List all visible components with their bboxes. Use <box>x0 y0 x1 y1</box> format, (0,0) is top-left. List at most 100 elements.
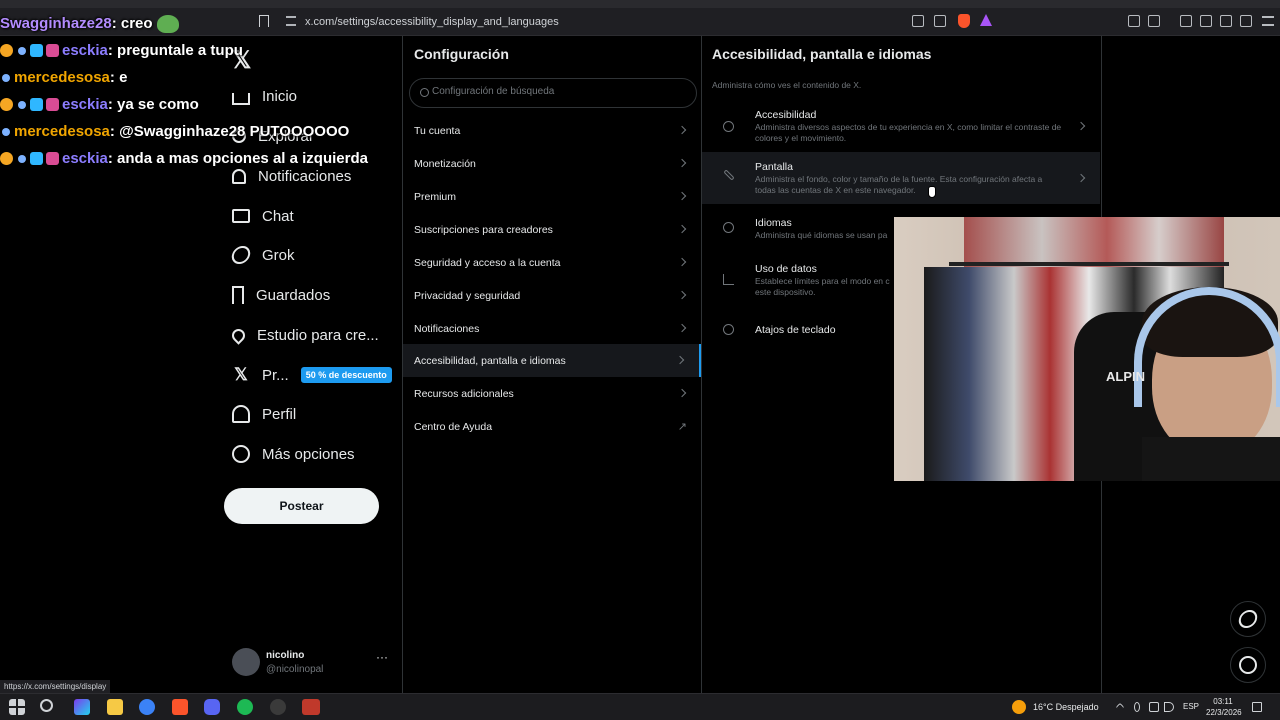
grok-icon <box>230 246 252 264</box>
brave-shields-icon[interactable] <box>958 14 970 28</box>
leo-ai-icon[interactable] <box>1220 15 1232 27</box>
chat-message: esckia: ya se como <box>0 91 368 118</box>
brave-icon[interactable] <box>172 699 188 715</box>
chat-username: mercedesosa <box>14 123 110 140</box>
chat-username: esckia <box>62 96 108 113</box>
settings-item-notifications[interactable]: Notificaciones <box>403 312 701 345</box>
nav-creator-studio[interactable]: Estudio para cre... <box>229 315 379 355</box>
chat-message: mercedesosa: @Swagginhaze28 PUTOOOOOO <box>0 118 368 145</box>
search-input[interactable] <box>432 86 682 97</box>
copilot-icon[interactable] <box>74 699 90 715</box>
settings-item-accessibility[interactable]: Accesibilidad, pantalla e idiomas <box>403 344 701 377</box>
chevron-up-icon[interactable] <box>1115 702 1125 712</box>
input-language[interactable]: ESP <box>1183 702 1199 711</box>
chat-text: : anda a mas opciones al a izquierda <box>107 150 368 167</box>
clock[interactable]: 03:11 22/3/2026 <box>1206 696 1242 718</box>
nav-label: Chat <box>262 207 294 225</box>
chat-badge-sub-icon <box>46 44 59 57</box>
option-accessibility[interactable]: Accesibilidad Administra diversos aspect… <box>702 100 1100 152</box>
settings-item-privacy[interactable]: Privacidad y seguridad <box>403 279 701 312</box>
streamlabs-icon[interactable] <box>302 699 320 715</box>
file-explorer-icon[interactable] <box>107 699 123 715</box>
chevron-right-icon <box>677 191 687 201</box>
search-icon <box>420 88 429 97</box>
nav-premium[interactable]: 𝕏 Pr... 50 % de descuento <box>232 355 392 395</box>
microphone-icon[interactable] <box>1134 702 1140 712</box>
webcam-clothing-rack <box>949 262 1229 266</box>
option-display[interactable]: Pantalla Administra el fondo, color y ta… <box>702 152 1100 204</box>
chat-text: : @Swagginhaze28 PUTOOOOOO <box>109 123 350 140</box>
weather-icon[interactable] <box>1012 700 1026 714</box>
more-horizontal-icon[interactable]: ··· <box>376 650 388 664</box>
settings-item-additional-resources[interactable]: Recursos adicionales <box>403 377 701 410</box>
brush-icon <box>723 169 735 181</box>
settings-item-help-center[interactable]: Centro de Ayuda ↗ <box>403 410 701 443</box>
settings-search[interactable] <box>409 78 697 108</box>
brave-rewards-icon[interactable] <box>980 14 992 26</box>
grok-icon <box>1237 610 1259 628</box>
chevron-right-icon <box>677 158 687 168</box>
chat-username: esckia <box>62 42 108 59</box>
settings-item-monetization[interactable]: Monetización <box>403 147 701 180</box>
settings-item-premium[interactable]: Premium <box>403 180 701 213</box>
share-icon[interactable] <box>934 15 946 27</box>
network-icon[interactable] <box>1149 702 1159 712</box>
nav-grok[interactable]: Grok <box>230 235 295 275</box>
bookmark-icon <box>232 286 244 304</box>
option-description: Administra diversos aspectos de tu exper… <box>755 122 1062 143</box>
menu-icon[interactable] <box>1262 16 1274 26</box>
volume-icon[interactable] <box>1164 702 1174 712</box>
nav-profile[interactable]: Perfil <box>232 394 296 434</box>
notifications-icon[interactable] <box>1252 702 1262 712</box>
more-circle-icon <box>232 445 250 463</box>
globe-icon <box>723 222 734 233</box>
page-title: Configuración <box>414 46 509 62</box>
discount-badge: 50 % de descuento <box>300 367 392 383</box>
settings-item-security[interactable]: Seguridad y acceso a la cuenta <box>403 246 701 279</box>
spotify-icon[interactable] <box>237 699 253 715</box>
chat-message: esckia: preguntale a tupu <box>0 37 368 64</box>
option-title: Uso de datos <box>755 263 817 275</box>
messages-fab-button[interactable] <box>1230 647 1266 683</box>
link-status-bar: https://x.com/settings/display <box>0 680 111 693</box>
vpn-icon[interactable] <box>1240 15 1252 27</box>
chat-badge-cube-icon <box>30 152 43 165</box>
address-bar[interactable]: x.com/settings/accessibility_display_and… <box>280 12 1000 32</box>
windows-start-icon[interactable] <box>9 699 25 715</box>
nav-label: Grok <box>262 246 295 264</box>
settings-item-creator-subscriptions[interactable]: Suscripciones para creadores <box>403 213 701 246</box>
chat-message: Swagginhaze28: creo <box>0 10 368 37</box>
windows-taskbar: 16°C Despejado ESP 03:11 22/3/2026 <box>0 693 1280 720</box>
account-switcher[interactable]: nicolino @nicolinopal ··· <box>232 646 392 678</box>
settings-item-label: Recursos adicionales <box>414 387 514 400</box>
screenshot-icon[interactable] <box>1148 15 1160 27</box>
weather-text[interactable]: 16°C Despejado <box>1033 702 1099 712</box>
wallet-icon[interactable] <box>1200 15 1212 27</box>
settings-item-label: Notificaciones <box>414 322 480 335</box>
cast-icon[interactable] <box>912 15 924 27</box>
mouse-cursor-icon <box>928 186 936 198</box>
nav-more-options[interactable]: Más opciones <box>232 434 355 474</box>
chat-message: mercedesosa: e <box>0 64 368 91</box>
chat-text: : preguntale a tupu <box>107 42 243 59</box>
grok-fab-button[interactable] <box>1230 601 1266 637</box>
settings-item-your-account[interactable]: Tu cuenta <box>403 114 701 147</box>
nav-chat[interactable]: Chat <box>232 196 294 236</box>
option-description: Establece límites para el modo en c este… <box>755 276 890 297</box>
search-icon[interactable] <box>40 699 53 712</box>
nav-label: Perfil <box>262 405 297 423</box>
settings-menu: Configuración Tu cuenta Monetización Pre… <box>402 36 702 693</box>
chat-badge-warn-icon <box>0 98 13 111</box>
settings-item-label: Seguridad y acceso a la cuenta <box>414 256 561 269</box>
nav-bookmarks[interactable]: Guardados <box>232 275 330 315</box>
obs-icon[interactable] <box>270 699 286 715</box>
edge-icon[interactable] <box>139 699 155 715</box>
extensions-icon[interactable] <box>1128 15 1140 27</box>
post-button[interactable]: Postear <box>224 488 379 524</box>
chat-message: esckia: anda a mas opciones al a izquier… <box>0 145 368 172</box>
sidebar-toggle-icon[interactable] <box>1180 15 1192 27</box>
settings-item-label: Accesibilidad, pantalla e idiomas <box>414 354 566 367</box>
discord-icon[interactable] <box>204 699 220 715</box>
chat-username: Swagginhaze28 <box>0 15 112 32</box>
external-link-icon: ↗ <box>677 421 687 433</box>
